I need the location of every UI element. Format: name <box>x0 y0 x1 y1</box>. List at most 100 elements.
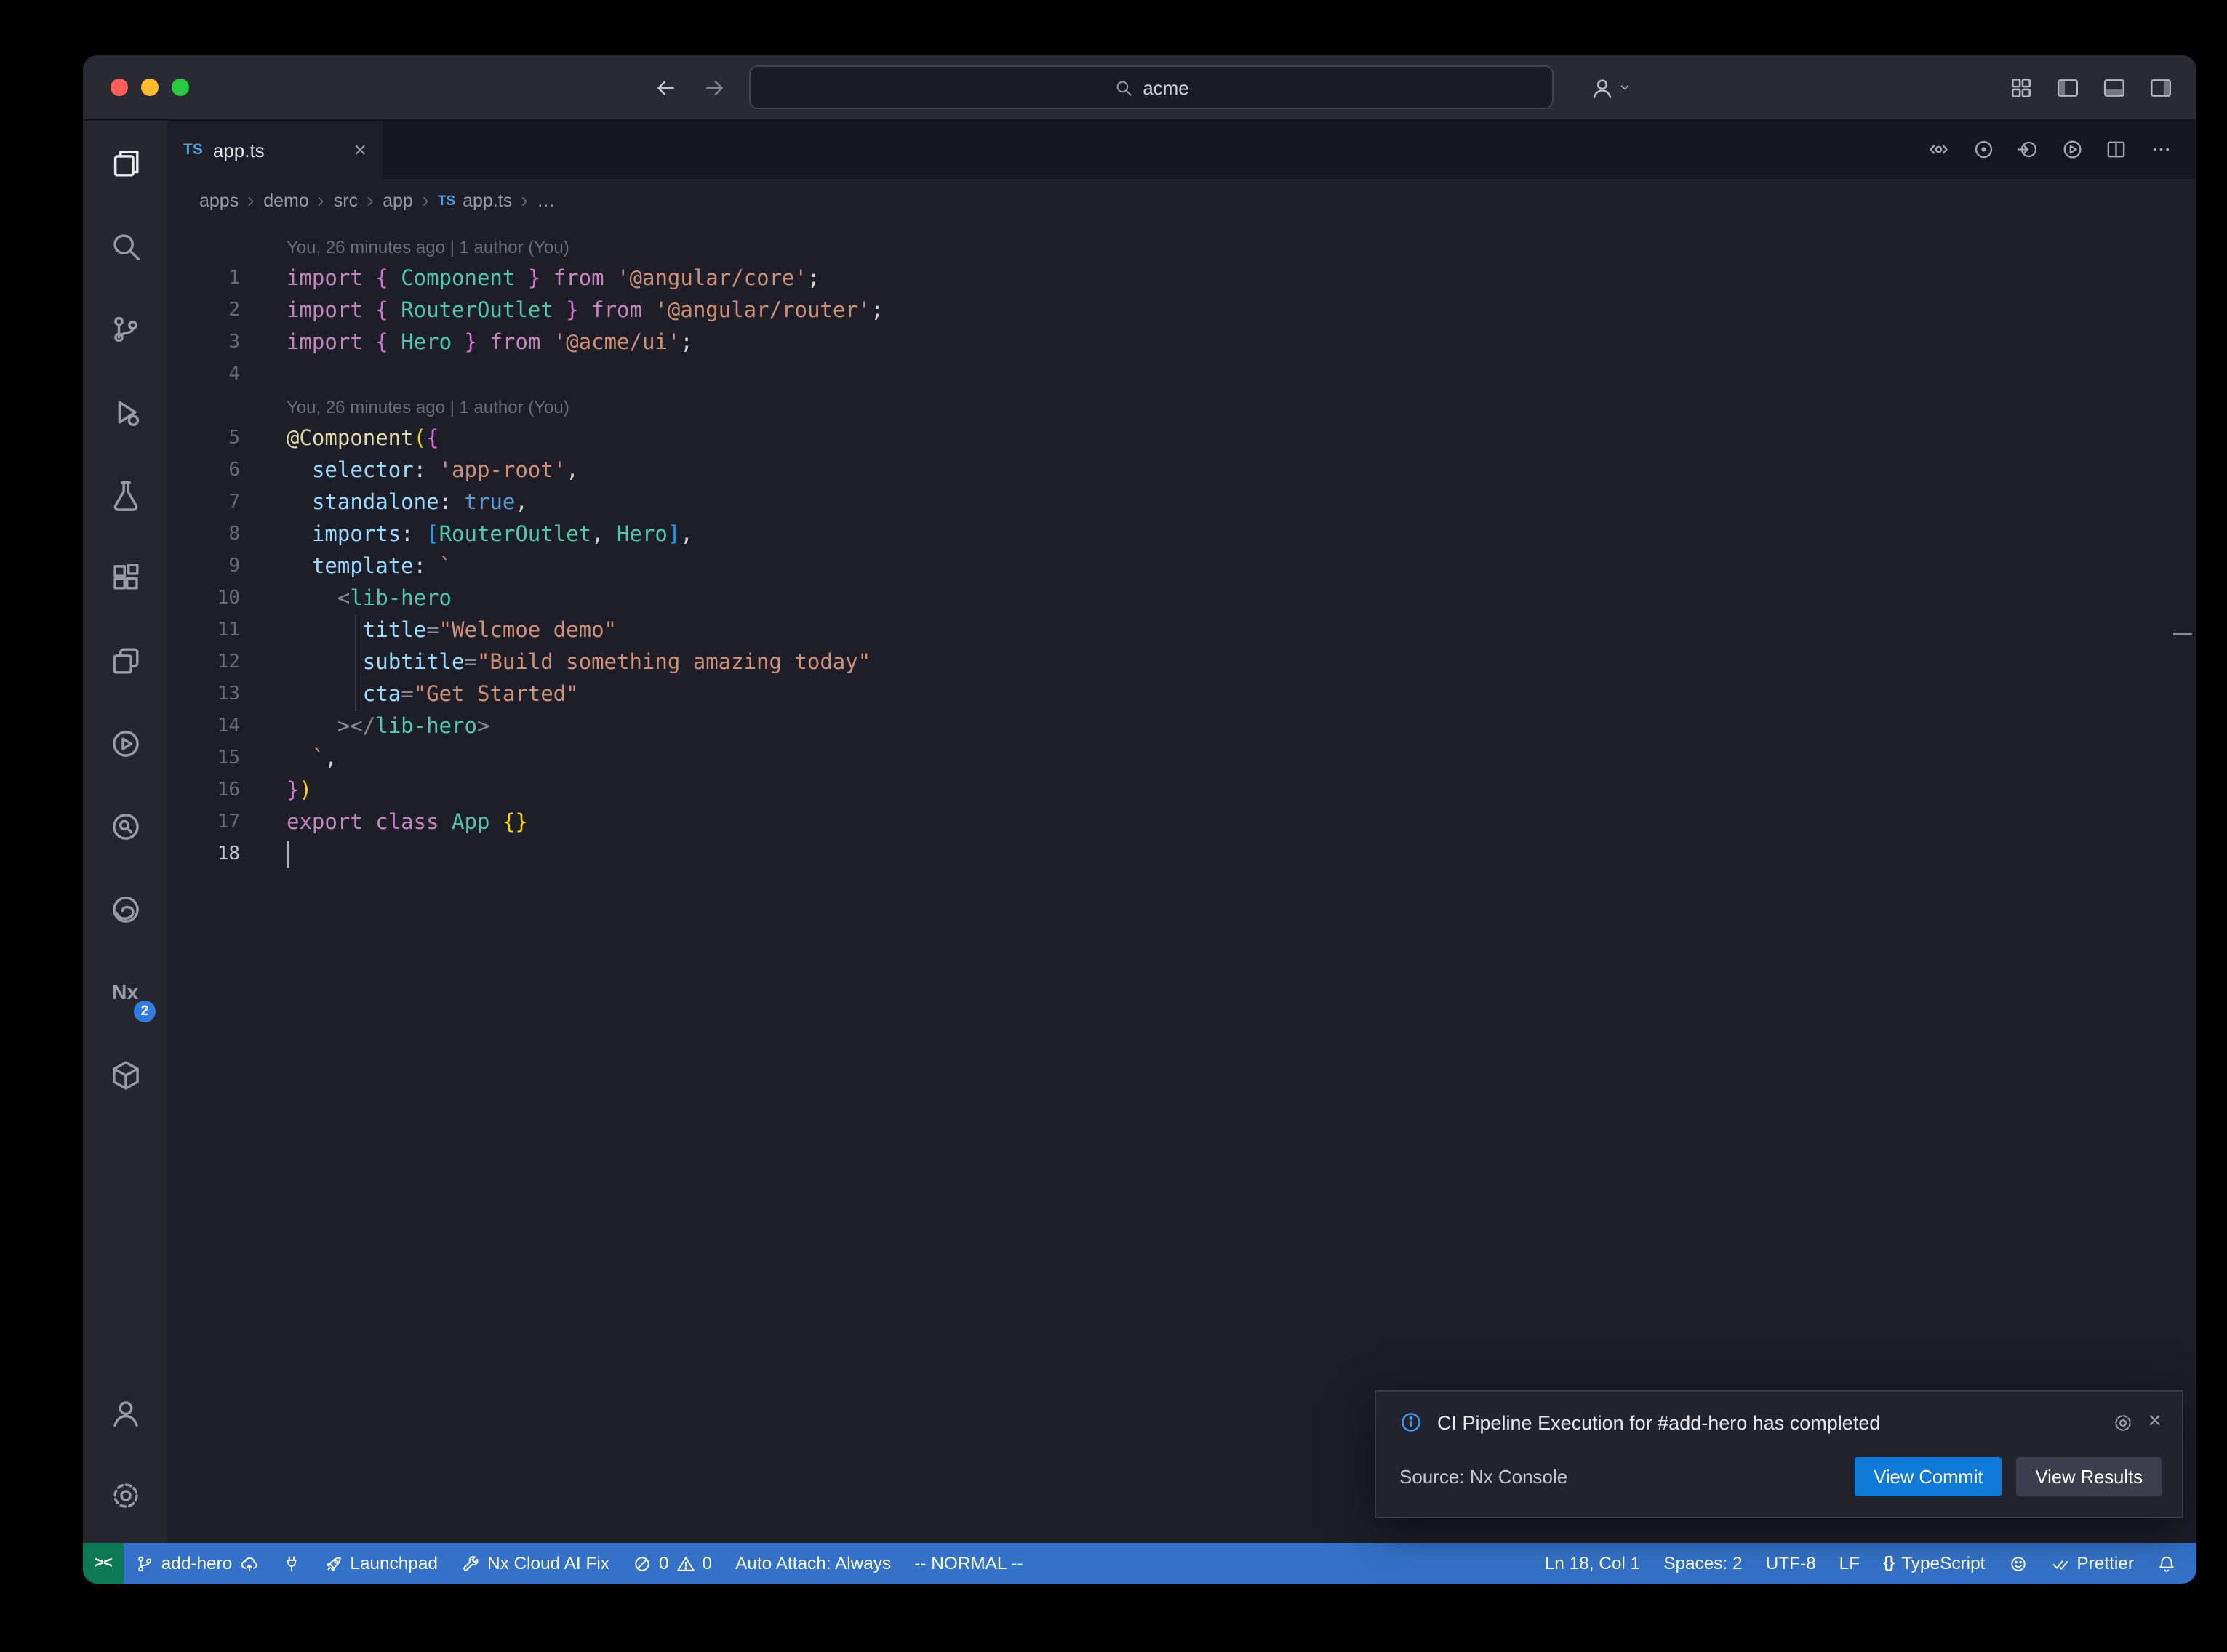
code-line: 13 cta="Get Started" <box>167 679 2196 711</box>
code-text: import { RouterOutlet } from '@angular/r… <box>240 295 884 327</box>
close-tab-icon[interactable]: × <box>353 139 367 161</box>
activity-item-search[interactable] <box>83 205 167 288</box>
status-indentation[interactable]: Spaces: 2 <box>1652 1543 1754 1584</box>
files-icon <box>108 147 142 180</box>
error-icon <box>633 1554 652 1573</box>
status-vim-mode[interactable]: -- NORMAL -- <box>903 1543 1034 1584</box>
breadcrumb-item-demo[interactable]: demo <box>263 191 309 211</box>
activity-item-extensions[interactable] <box>83 537 167 620</box>
tab-app-ts[interactable]: TS app.ts × <box>167 121 383 179</box>
account-icon <box>1590 75 1615 100</box>
status-remote[interactable]: >< <box>83 1543 124 1584</box>
split-editor-button[interactable] <box>2105 139 2127 161</box>
play-circle-icon <box>108 727 142 761</box>
status-language[interactable]: {} TypeScript <box>1871 1543 1996 1584</box>
breadcrumb-separator-icon <box>516 193 532 209</box>
toggle-secondary-sidebar-button[interactable] <box>2148 75 2173 100</box>
status-text: 0 <box>659 1553 669 1573</box>
status-text: TypeScript <box>1901 1553 1985 1573</box>
toggle-panel-button[interactable] <box>2102 75 2127 100</box>
activity-item-run-debug[interactable] <box>83 371 167 454</box>
activity-item-remote-explorer[interactable] <box>83 620 167 702</box>
search-icon <box>108 230 142 263</box>
braces-icon: {} <box>1883 1555 1894 1572</box>
status-plug[interactable] <box>270 1543 312 1584</box>
activity-item-package-explorer[interactable] <box>83 1034 167 1117</box>
open-changes-button[interactable] <box>1927 139 1950 161</box>
status-prettier[interactable]: Prettier <box>2039 1543 2146 1584</box>
activity-item-explorer[interactable] <box>83 122 167 205</box>
status-eol[interactable]: LF <box>1828 1543 1871 1584</box>
status-launchpad[interactable]: Launchpad <box>312 1543 449 1584</box>
notification-source: Source: Nx Console <box>1399 1466 1567 1488</box>
minimize-window-button[interactable] <box>141 79 159 96</box>
activity-item-settings[interactable] <box>83 1454 167 1537</box>
code-line: 5@Component({ <box>167 423 2196 455</box>
more-actions-button[interactable] <box>2149 139 2172 161</box>
status-auto-attach[interactable]: Auto Attach: Always <box>724 1543 903 1584</box>
code-line: 9 template: ` <box>167 551 2196 583</box>
code-text: template: ` <box>240 551 452 583</box>
status-text: -- NORMAL -- <box>914 1553 1023 1573</box>
activity-item-code-search[interactable] <box>83 785 167 868</box>
status-text: add-hero <box>161 1553 233 1573</box>
breadcrumb-label: app.ts <box>463 191 512 211</box>
forward-arrow-icon[interactable] <box>703 75 727 100</box>
code-line: 17export class App {} <box>167 807 2196 839</box>
plug-icon <box>281 1554 300 1573</box>
run-target-button[interactable] <box>1972 139 1994 161</box>
breadcrumb-item-app[interactable]: app <box>383 191 413 211</box>
close-window-button[interactable] <box>111 79 128 96</box>
notification-toast: CI Pipeline Execution for #add-hero has … <box>1375 1390 2183 1518</box>
code-editor[interactable]: You, 26 minutes ago | 1 author (You)1imp… <box>167 222 2196 1543</box>
activity-item-accounts[interactable] <box>83 1371 167 1454</box>
source-control-icon <box>108 313 142 346</box>
code-line: 6 selector: 'app-root', <box>167 455 2196 487</box>
typescript-file-icon: TS <box>183 141 203 159</box>
toggle-primary-sidebar-button[interactable] <box>2055 75 2080 100</box>
run-project-button[interactable] <box>2060 139 2083 161</box>
status-text: Nx Cloud AI Fix <box>487 1553 609 1573</box>
customize-layout-button[interactable] <box>2009 75 2034 100</box>
zoom-window-button[interactable] <box>172 79 189 96</box>
testing-icon <box>108 478 142 512</box>
activity-item-edge-tools[interactable] <box>83 868 167 951</box>
back-arrow-icon[interactable] <box>653 75 678 100</box>
command-center-search[interactable]: acme <box>749 65 1554 109</box>
activity-item-gitlens[interactable] <box>83 702 167 785</box>
run-below-button[interactable] <box>2016 139 2039 161</box>
view-results-button[interactable]: View Results <box>2017 1457 2162 1496</box>
code-text: @Component({ <box>240 423 439 455</box>
status-cursor-position[interactable]: Ln 18, Col 1 <box>1533 1543 1652 1584</box>
view-commit-button[interactable]: View Commit <box>1855 1457 2002 1496</box>
code-line: 18 <box>167 839 2196 871</box>
status-encoding[interactable]: UTF-8 <box>1754 1543 1828 1584</box>
activity-item-source-control[interactable] <box>83 288 167 371</box>
notification-settings-icon[interactable] <box>2111 1411 2133 1433</box>
status-nx-cloud-ai-fix[interactable]: Nx Cloud AI Fix <box>449 1543 621 1584</box>
breadcrumb-separator-icon <box>417 193 433 209</box>
status-text: Prettier <box>2076 1553 2134 1573</box>
breadcrumb-item-apps[interactable]: apps <box>199 191 239 211</box>
editor-group: TS app.ts × appsdemosrcappTSapp.ts… You,… <box>167 121 2196 1543</box>
breadcrumb-label: apps <box>199 191 239 211</box>
cloud-upload-icon <box>239 1554 258 1573</box>
code-line: 3import { Hero } from '@acme/ui'; <box>167 327 2196 359</box>
activity-item-testing[interactable] <box>83 454 167 537</box>
profile-menu[interactable] <box>1590 75 1632 100</box>
status-feedback[interactable] <box>1996 1543 2039 1584</box>
status-notifications[interactable] <box>2146 1543 2188 1584</box>
line-number: 10 <box>167 583 240 615</box>
status-text: Spaces: 2 <box>1663 1553 1742 1573</box>
breadcrumb-item-src[interactable]: src <box>334 191 358 211</box>
breadcrumb-label: demo <box>263 191 309 211</box>
status-branch[interactable]: add-hero <box>124 1543 271 1584</box>
activity-item-nx-console[interactable]: Nx2 <box>83 951 167 1034</box>
notification-close-icon[interactable]: × <box>2148 1411 2162 1434</box>
breadcrumb-item--[interactable]: … <box>537 191 555 211</box>
breadcrumb-item-app-ts[interactable]: TSapp.ts <box>438 191 512 211</box>
status-problems[interactable]: 00 <box>621 1543 724 1584</box>
extensions-icon <box>108 561 142 595</box>
code-text: title="Welcmoe demo" <box>240 615 617 647</box>
line-number: 12 <box>167 647 240 679</box>
